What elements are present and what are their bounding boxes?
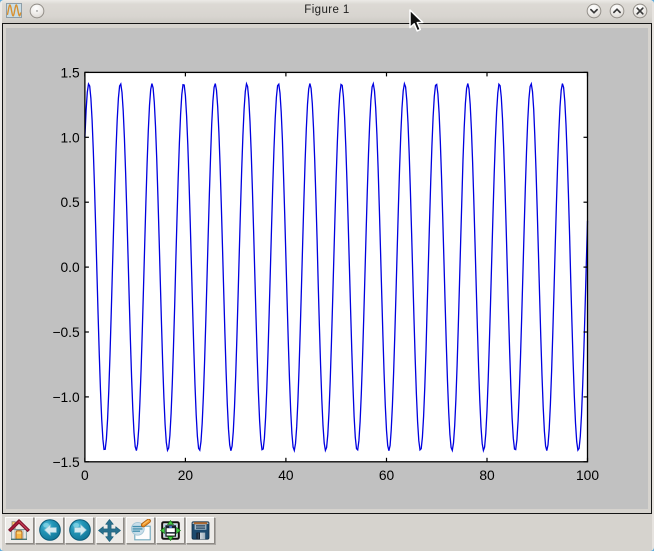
- svg-text:80: 80: [479, 468, 495, 483]
- svg-text:60: 60: [379, 468, 395, 483]
- svg-text:1.0: 1.0: [61, 130, 81, 145]
- svg-text:0.5: 0.5: [61, 195, 81, 210]
- svg-text:−1.5: −1.5: [52, 455, 80, 470]
- svg-text:−1.0: −1.0: [52, 390, 80, 405]
- svg-text:20: 20: [178, 468, 194, 483]
- svg-text:40: 40: [278, 468, 294, 483]
- svg-text:0: 0: [81, 468, 89, 483]
- svg-text:100: 100: [576, 468, 599, 483]
- svg-text:−0.5: −0.5: [52, 325, 80, 340]
- svg-text:1.5: 1.5: [61, 65, 81, 80]
- svg-text:0.0: 0.0: [61, 260, 81, 275]
